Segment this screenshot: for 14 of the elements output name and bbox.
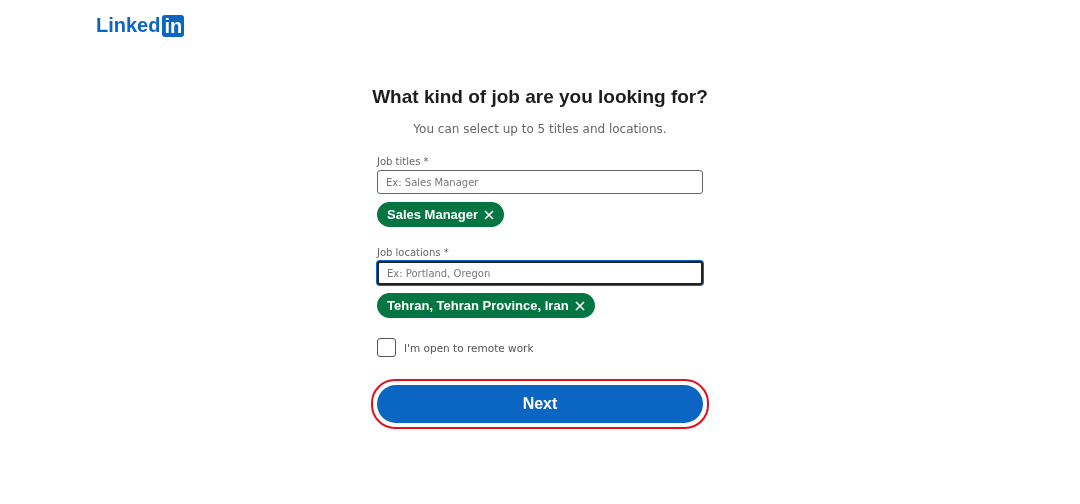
page-heading: What kind of job are you looking for? [372,86,708,108]
input-field[interactable]: Ex: Sales Manager [377,170,703,194]
linkedin-logo[interactable]: Linked in [96,14,185,37]
input-field[interactable]: Ex: Portland, Oregon [377,261,703,285]
subtitle: You can select up to 5 titles and locations. [413,122,667,136]
selected-chip[interactable]: Sales Manager [377,202,505,227]
selected-chip[interactable]: Tehran, Tehran Province, Iran [377,293,595,318]
field-label: Job locations * [377,247,449,258]
close-icon[interactable] [574,300,585,311]
checkbox-label: I'm open to remote work [404,341,534,354]
field-label: Job titles * [377,156,429,167]
close-icon[interactable] [484,209,495,220]
checkbox[interactable] [377,338,396,357]
next-button[interactable]: Next [377,385,703,423]
